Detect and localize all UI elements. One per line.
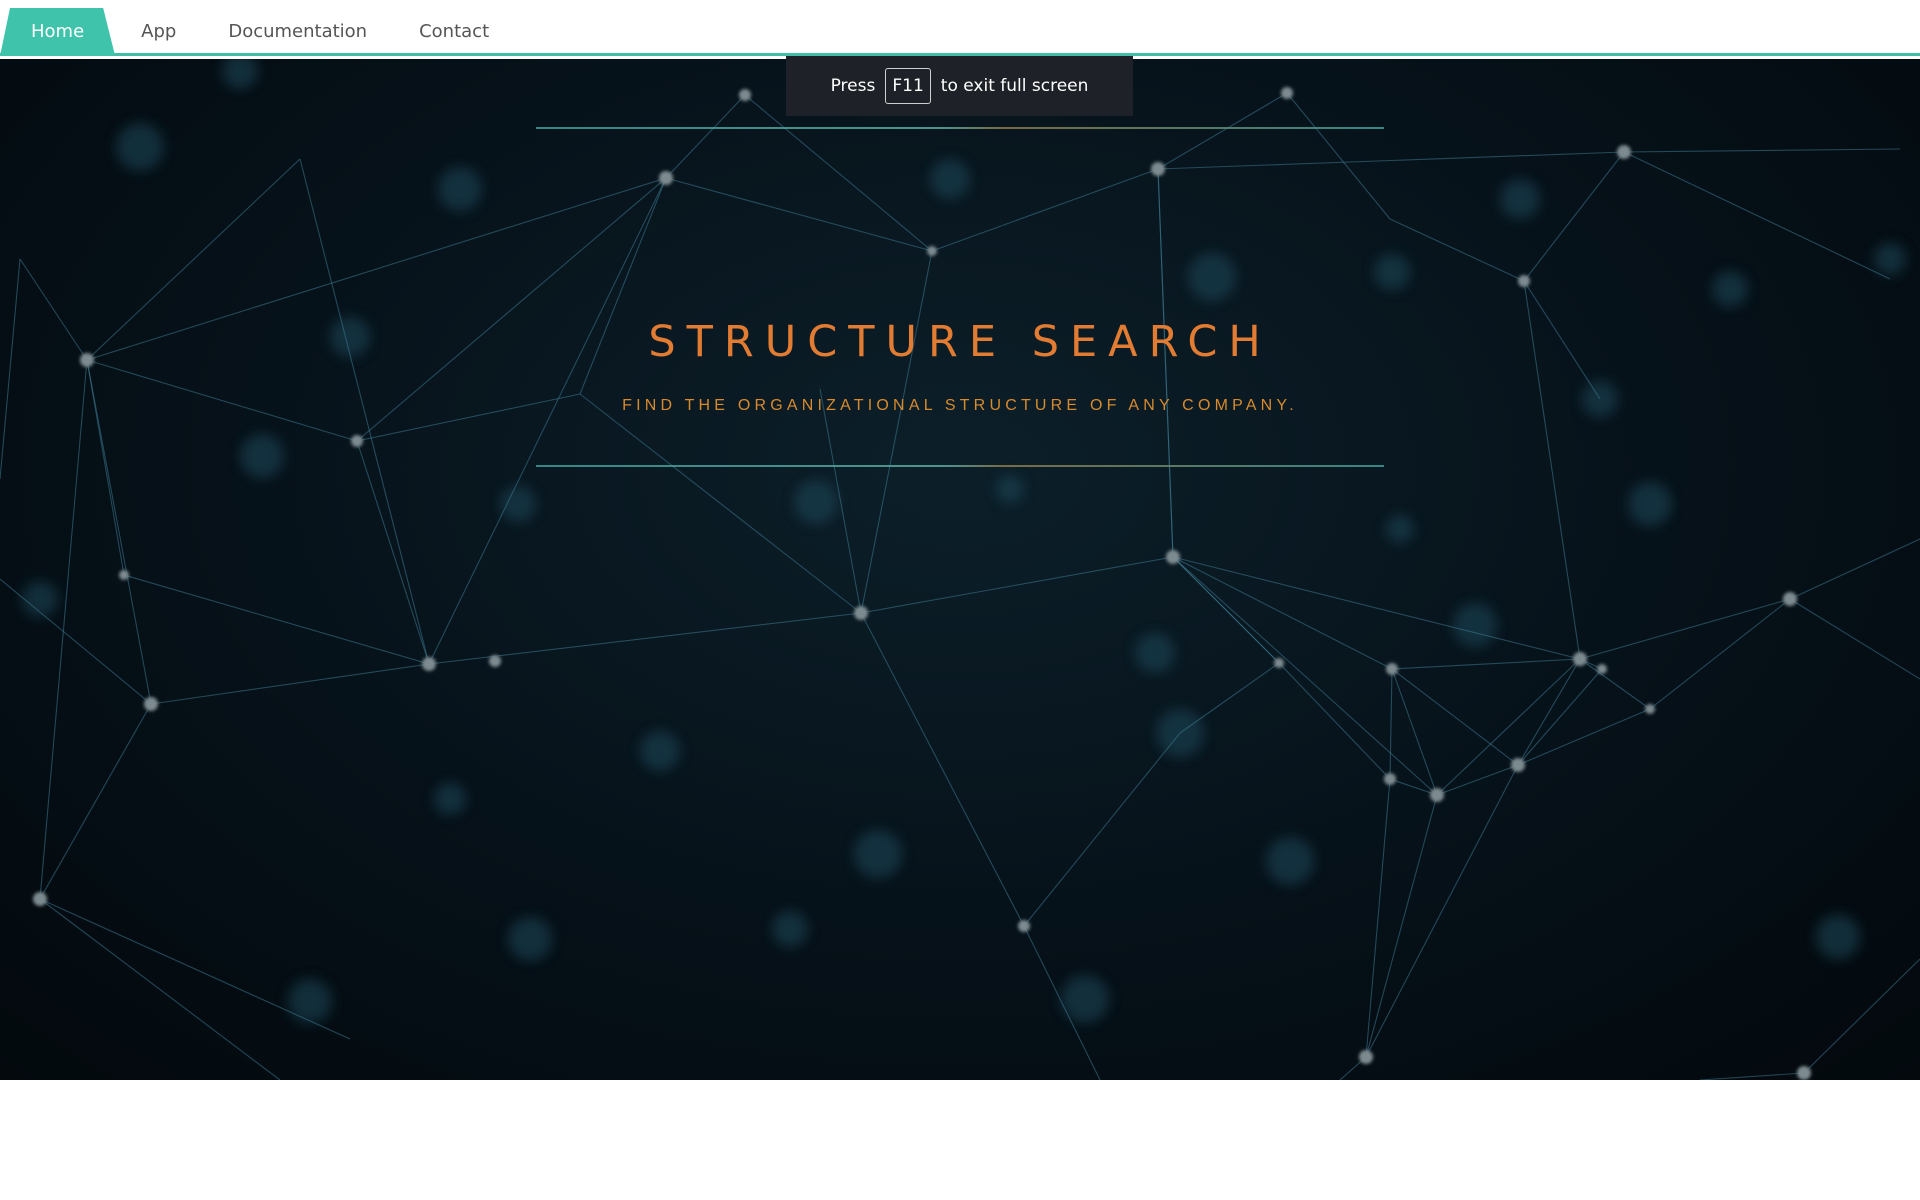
page-subtitle: FIND THE ORGANIZATIONAL STRUCTURE OF ANY… (622, 397, 1298, 414)
tab-home[interactable]: Home (0, 8, 115, 56)
hero-section: STRUCTURE SEARCH FIND THE ORGANIZATIONAL… (0, 59, 1920, 1080)
tab-app[interactable]: App (115, 8, 202, 56)
top-navigation-bar: Home App Documentation Contact (0, 0, 1920, 56)
page-title: STRUCTURE SEARCH (648, 317, 1272, 367)
f11-key-badge: F11 (885, 68, 931, 104)
fullscreen-notice-suffix: to exit full screen (940, 76, 1089, 96)
fullscreen-notice-prefix: Press (830, 76, 876, 96)
bottom-divider-line (536, 465, 1384, 467)
network-background-image (0, 59, 1920, 1080)
tab-contact[interactable]: Contact (393, 8, 515, 56)
tab-documentation[interactable]: Documentation (202, 8, 393, 56)
top-divider-line (536, 127, 1384, 129)
fullscreen-notice: Press F11 to exit full screen (786, 56, 1133, 116)
nav-tabs: Home App Documentation Contact (0, 0, 515, 56)
